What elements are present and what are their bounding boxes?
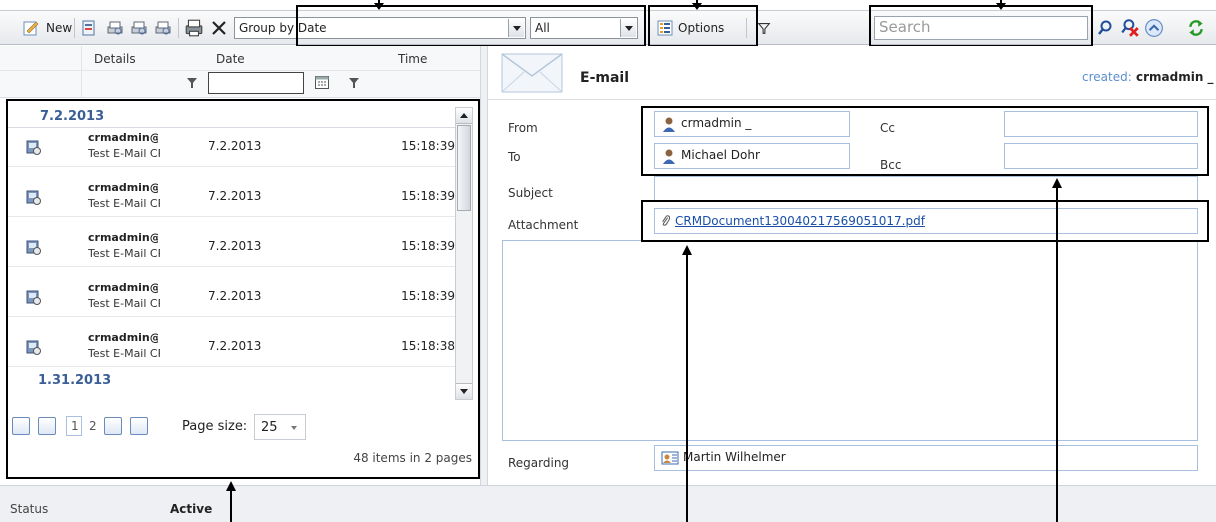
refresh-icon[interactable]: [1186, 17, 1206, 39]
status-bar: Status Active: [0, 485, 1216, 522]
callout-frame-groupby: [296, 5, 646, 47]
from-label: From: [508, 121, 538, 135]
header-divider: [0, 70, 480, 71]
record-header: E-mail created: crmadmin _: [488, 46, 1216, 100]
column-header-time[interactable]: Time: [398, 52, 427, 66]
print-preview-icon[interactable]: [106, 17, 124, 39]
toolbar-separator: [74, 18, 75, 38]
regarding-field[interactable]: Martin Wilhelmer: [654, 445, 1198, 471]
created-by[interactable]: crmadmin _: [1136, 70, 1214, 84]
callout-arrow-list: [230, 490, 232, 522]
search-icon[interactable]: [1096, 17, 1114, 39]
filter-icon[interactable]: [756, 17, 772, 39]
email-envelope-icon: [501, 53, 563, 93]
print-list-icon[interactable]: [154, 17, 172, 39]
delete-icon[interactable]: [210, 17, 228, 39]
clear-search-icon[interactable]: [1120, 17, 1140, 39]
column-header-details[interactable]: Details: [94, 52, 136, 66]
callout-frame-search: [869, 5, 1093, 47]
callout-frame-attachment: [641, 200, 1209, 242]
created-label: created:: [1082, 70, 1132, 84]
regarding-label: Regarding: [508, 456, 570, 470]
subject-field[interactable]: [654, 176, 1198, 202]
date-filter-input[interactable]: [208, 72, 304, 94]
callout-frame-list: [6, 99, 480, 479]
record-title: E-mail: [580, 70, 630, 86]
printer-icon[interactable]: [184, 17, 204, 39]
callout-arrow-attachment: [686, 254, 688, 522]
subject-label: Subject: [508, 186, 553, 200]
crm-email-window: New Group by Date All Options Search Det…: [0, 0, 1216, 522]
attachment-label: Attachment: [508, 218, 579, 232]
calendar-icon[interactable]: [314, 74, 330, 90]
row-selector-column: [20, 46, 82, 98]
export-icon[interactable]: [80, 17, 98, 39]
date-filter-icon[interactable]: [348, 77, 360, 89]
status-value: Active: [170, 502, 213, 516]
grid-header: Details Date Time: [0, 46, 480, 98]
email-body[interactable]: [502, 240, 1198, 441]
new-button-label: New: [46, 21, 73, 35]
callout-frame-options: [648, 5, 758, 47]
panel-splitter[interactable]: [480, 46, 488, 485]
contact-card-icon: [661, 451, 679, 465]
status-label: Status: [10, 502, 49, 516]
print-selected-icon[interactable]: [130, 17, 148, 39]
new-document-icon: [23, 21, 39, 36]
regarding-value[interactable]: Martin Wilhelmer: [683, 450, 786, 464]
new-button[interactable]: New: [22, 17, 72, 39]
callout-arrow-recipients: [1056, 187, 1058, 522]
column-header-date[interactable]: Date: [216, 52, 245, 66]
collapse-up-icon[interactable]: [1144, 17, 1164, 39]
details-filter-icon[interactable]: [186, 77, 198, 89]
to-label: To: [508, 150, 521, 164]
callout-frame-recipients: [641, 106, 1209, 176]
toolbar-separator: [178, 18, 179, 38]
